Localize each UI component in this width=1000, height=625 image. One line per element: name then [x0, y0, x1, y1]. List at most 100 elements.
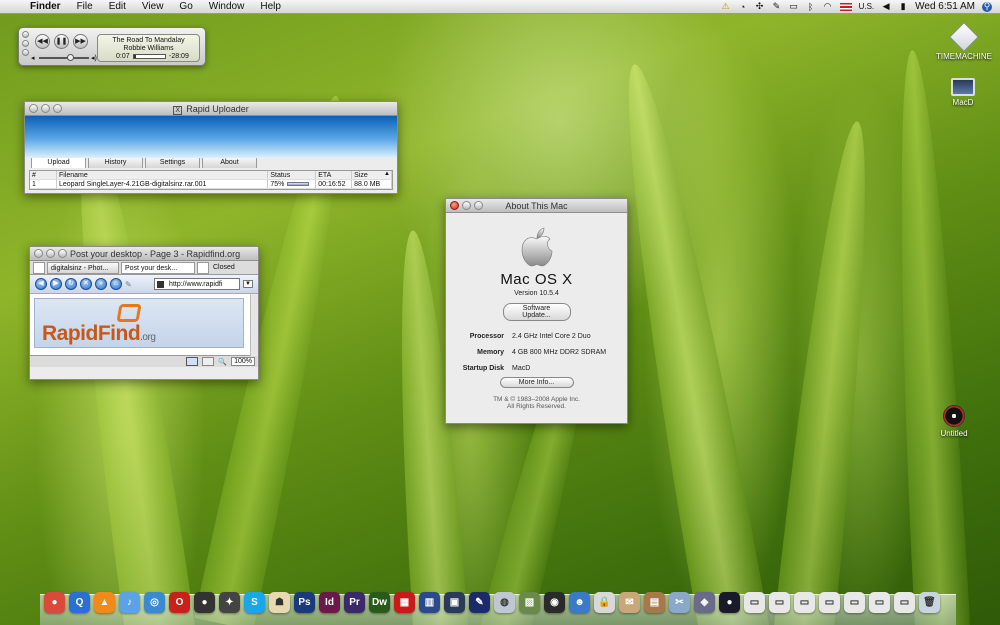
close-button[interactable]: [450, 201, 459, 210]
zoom-button[interactable]: [474, 201, 483, 210]
rapidfind-logo[interactable]: RapidFind.org: [42, 322, 156, 346]
lock-icon[interactable]: 🔒: [594, 592, 615, 613]
scroll-up-icon[interactable]: ▲: [384, 171, 390, 177]
spotlight-icon[interactable]: ⚲: [982, 1, 992, 12]
window2-icon[interactable]: ▭: [769, 592, 790, 613]
table-row[interactable]: 1 Leopard SingleLayer-4.21GB-digitalsinz…: [30, 180, 393, 189]
spaces-icon[interactable]: ▥: [419, 592, 440, 613]
zoom-button[interactable]: [22, 49, 29, 56]
menu-edit[interactable]: Edit: [101, 0, 134, 14]
zoom-button[interactable]: [53, 104, 62, 113]
photoshop-icon[interactable]: Ps: [294, 592, 315, 613]
sync-icon[interactable]: ✣: [755, 1, 765, 12]
minimize-button[interactable]: [462, 201, 471, 210]
volume-icon[interactable]: ◀: [881, 1, 891, 12]
opera-icon[interactable]: O: [169, 592, 190, 613]
warning-icon[interactable]: ⚠: [721, 1, 731, 12]
app-icon[interactable]: ☗: [269, 592, 290, 613]
close-button[interactable]: [34, 249, 43, 258]
dreamweaver-icon[interactable]: Dw: [369, 592, 390, 613]
window3-icon[interactable]: ▭: [794, 592, 815, 613]
wand-icon[interactable]: ✎: [125, 280, 132, 289]
tab-list-icon[interactable]: [33, 261, 45, 274]
more-info-button[interactable]: More Info...: [499, 377, 574, 388]
pen-icon[interactable]: ✎: [469, 592, 490, 613]
desktop-icon-untitled[interactable]: Untitled: [934, 405, 974, 438]
layout-icon[interactable]: [186, 357, 199, 366]
address-bar[interactable]: http://www.rapidfi: [154, 278, 241, 290]
tab-digitalsinz[interactable]: digitalsinz - Phot...: [47, 261, 119, 274]
desktop-icon-macd[interactable]: MacD: [940, 78, 986, 107]
minimize-button[interactable]: [22, 40, 29, 47]
wifi-icon[interactable]: ◠: [823, 1, 833, 12]
forward-button[interactable]: ▶: [50, 278, 62, 290]
minimize-button[interactable]: [41, 104, 50, 113]
camera-icon[interactable]: ●: [194, 592, 215, 613]
flag-icon[interactable]: [839, 2, 852, 11]
menu-help[interactable]: Help: [252, 0, 289, 14]
menu-view[interactable]: View: [134, 0, 172, 14]
window7-icon[interactable]: ▭: [894, 592, 915, 613]
script-icon[interactable]: ✎: [772, 1, 782, 12]
zoom-icon[interactable]: 🔍: [218, 358, 227, 366]
preview-icon[interactable]: ▧: [519, 592, 540, 613]
premiere-icon[interactable]: Pr: [344, 592, 365, 613]
stamp-icon[interactable]: ✉: [619, 592, 640, 613]
trash-icon[interactable]: 🗑: [919, 592, 940, 613]
home-button[interactable]: ⌂: [110, 278, 122, 290]
closed-tabs-label[interactable]: Closed: [213, 264, 235, 271]
zoom-level[interactable]: 100%: [231, 357, 255, 366]
back-button[interactable]: ◀: [35, 278, 47, 290]
battery-icon[interactable]: ▮: [898, 1, 908, 12]
reload-button[interactable]: ↻: [65, 278, 77, 290]
menubar-clock[interactable]: Wed 6:51 AM: [915, 1, 975, 12]
volume-knob[interactable]: [67, 54, 74, 61]
dashboard-icon[interactable]: ◉: [544, 592, 565, 613]
software-update-button[interactable]: Software Update...: [502, 303, 571, 321]
close-button[interactable]: [29, 104, 38, 113]
col-eta[interactable]: ETA: [316, 171, 353, 179]
safari-icon[interactable]: ◎: [144, 592, 165, 613]
screen-icon[interactable]: [202, 357, 215, 366]
menu-window[interactable]: Window: [201, 0, 253, 14]
address-dropdown-icon[interactable]: ▼: [243, 280, 253, 288]
browser-titlebar[interactable]: Post your desktop - Page 3 - Rapidfind.o…: [30, 247, 258, 261]
expose-icon[interactable]: ▣: [444, 592, 465, 613]
menu-finder[interactable]: Finder: [22, 0, 69, 14]
song-progress[interactable]: [133, 54, 166, 59]
orb-icon[interactable]: ●: [719, 592, 740, 613]
fast-forward-button[interactable]: »: [95, 278, 107, 290]
col-status[interactable]: Status: [268, 171, 317, 179]
zoom-button[interactable]: [58, 249, 67, 258]
close-button[interactable]: [22, 31, 29, 38]
previous-button[interactable]: ◀◀: [35, 34, 50, 49]
display-icon[interactable]: ▭: [789, 1, 799, 12]
pause-button[interactable]: ❚❚: [54, 34, 69, 49]
col-filename[interactable]: Filename: [57, 171, 269, 179]
input-locale[interactable]: U.S.: [859, 2, 875, 11]
window4-icon[interactable]: ▭: [819, 592, 840, 613]
menu-file[interactable]: File: [69, 0, 101, 14]
picasa-icon[interactable]: ●: [44, 592, 65, 613]
games-icon[interactable]: ✦: [219, 592, 240, 613]
timemachine-icon[interactable]: ◔: [738, 2, 748, 12]
window1-icon[interactable]: ▭: [744, 592, 765, 613]
window5-icon[interactable]: ▭: [844, 592, 865, 613]
desktop-icon-timemachine[interactable]: TIMEMACHINE: [934, 22, 994, 61]
next-button[interactable]: ▶▶: [73, 34, 88, 49]
stack-icon[interactable]: ◈: [694, 592, 715, 613]
menu-go[interactable]: Go: [171, 0, 200, 14]
tab-post-desktop[interactable]: Post your desk...: [121, 261, 195, 274]
people-icon[interactable]: ☻: [569, 592, 590, 613]
col-number[interactable]: #: [30, 171, 57, 179]
itunes-icon[interactable]: ♪: [119, 592, 140, 613]
window6-icon[interactable]: ▭: [869, 592, 890, 613]
uploader-titlebar[interactable]: X Rapid Uploader: [25, 102, 397, 116]
about-titlebar[interactable]: About This Mac: [446, 199, 627, 213]
minimize-button[interactable]: [46, 249, 55, 258]
chest-icon[interactable]: ▤: [644, 592, 665, 613]
tools-icon[interactable]: ✂: [669, 592, 690, 613]
stop-button[interactable]: ✕: [80, 278, 92, 290]
vlc-icon[interactable]: ▲: [94, 592, 115, 613]
bluetooth-icon[interactable]: ᛒ: [806, 2, 816, 12]
